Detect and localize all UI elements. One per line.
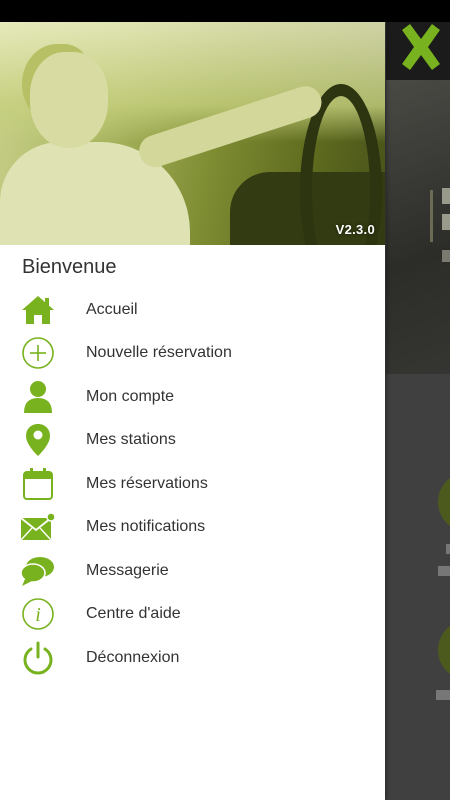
plus-circle-icon	[20, 335, 56, 371]
app-version: V2.3.0	[335, 222, 375, 237]
menu-item-mes-reservations[interactable]: Mes réservations	[0, 462, 385, 506]
info-icon: i	[20, 596, 56, 632]
menu-item-label: Accueil	[86, 300, 138, 318]
welcome-heading: Bienvenue	[22, 256, 117, 278]
status-bar	[0, 0, 450, 22]
background-shortcut-button	[438, 620, 450, 680]
menu-item-deconnexion[interactable]: Déconnexion	[0, 636, 385, 680]
menu-item-label: Messagerie	[86, 561, 169, 579]
background-top-bar	[386, 22, 450, 80]
background-hero-image	[386, 80, 450, 374]
menu-item-centre-aide[interactable]: i Centre d'aide	[0, 593, 385, 637]
menu-item-label: Centre d'aide	[86, 605, 181, 623]
background-app	[386, 22, 450, 800]
power-icon	[20, 640, 56, 676]
home-icon	[20, 292, 56, 328]
menu-item-mes-notifications[interactable]: Mes notifications	[0, 506, 385, 550]
menu-item-label: Déconnexion	[86, 648, 180, 666]
menu-item-nouvelle-reservation[interactable]: Nouvelle réservation	[0, 332, 385, 376]
menu-item-accueil[interactable]: Accueil	[0, 288, 385, 332]
menu-item-label: Mon compte	[86, 387, 175, 405]
svg-text:i: i	[35, 604, 41, 626]
drawer-menu: Accueil Nouvelle réservation Mon compte	[0, 288, 385, 680]
menu-item-label: Mes stations	[86, 431, 176, 449]
map-pin-icon	[20, 422, 56, 458]
menu-item-label: Mes réservations	[86, 474, 208, 492]
user-icon	[20, 379, 56, 415]
calendar-icon	[20, 466, 56, 502]
chat-icon	[20, 553, 56, 589]
menu-item-mon-compte[interactable]: Mon compte	[0, 375, 385, 419]
navigation-drawer: V2.3.0 Bienvenue Accueil Nouvelle réserv…	[0, 22, 385, 800]
drawer-header-image: V2.3.0	[0, 22, 385, 245]
menu-item-label: Nouvelle réservation	[86, 344, 232, 362]
menu-item-messagerie[interactable]: Messagerie	[0, 549, 385, 593]
menu-item-mes-stations[interactable]: Mes stations	[0, 419, 385, 463]
close-icon[interactable]	[396, 22, 446, 72]
envelope-icon	[20, 509, 56, 545]
background-shortcut-button	[438, 472, 450, 532]
menu-item-label: Mes notifications	[86, 518, 206, 536]
